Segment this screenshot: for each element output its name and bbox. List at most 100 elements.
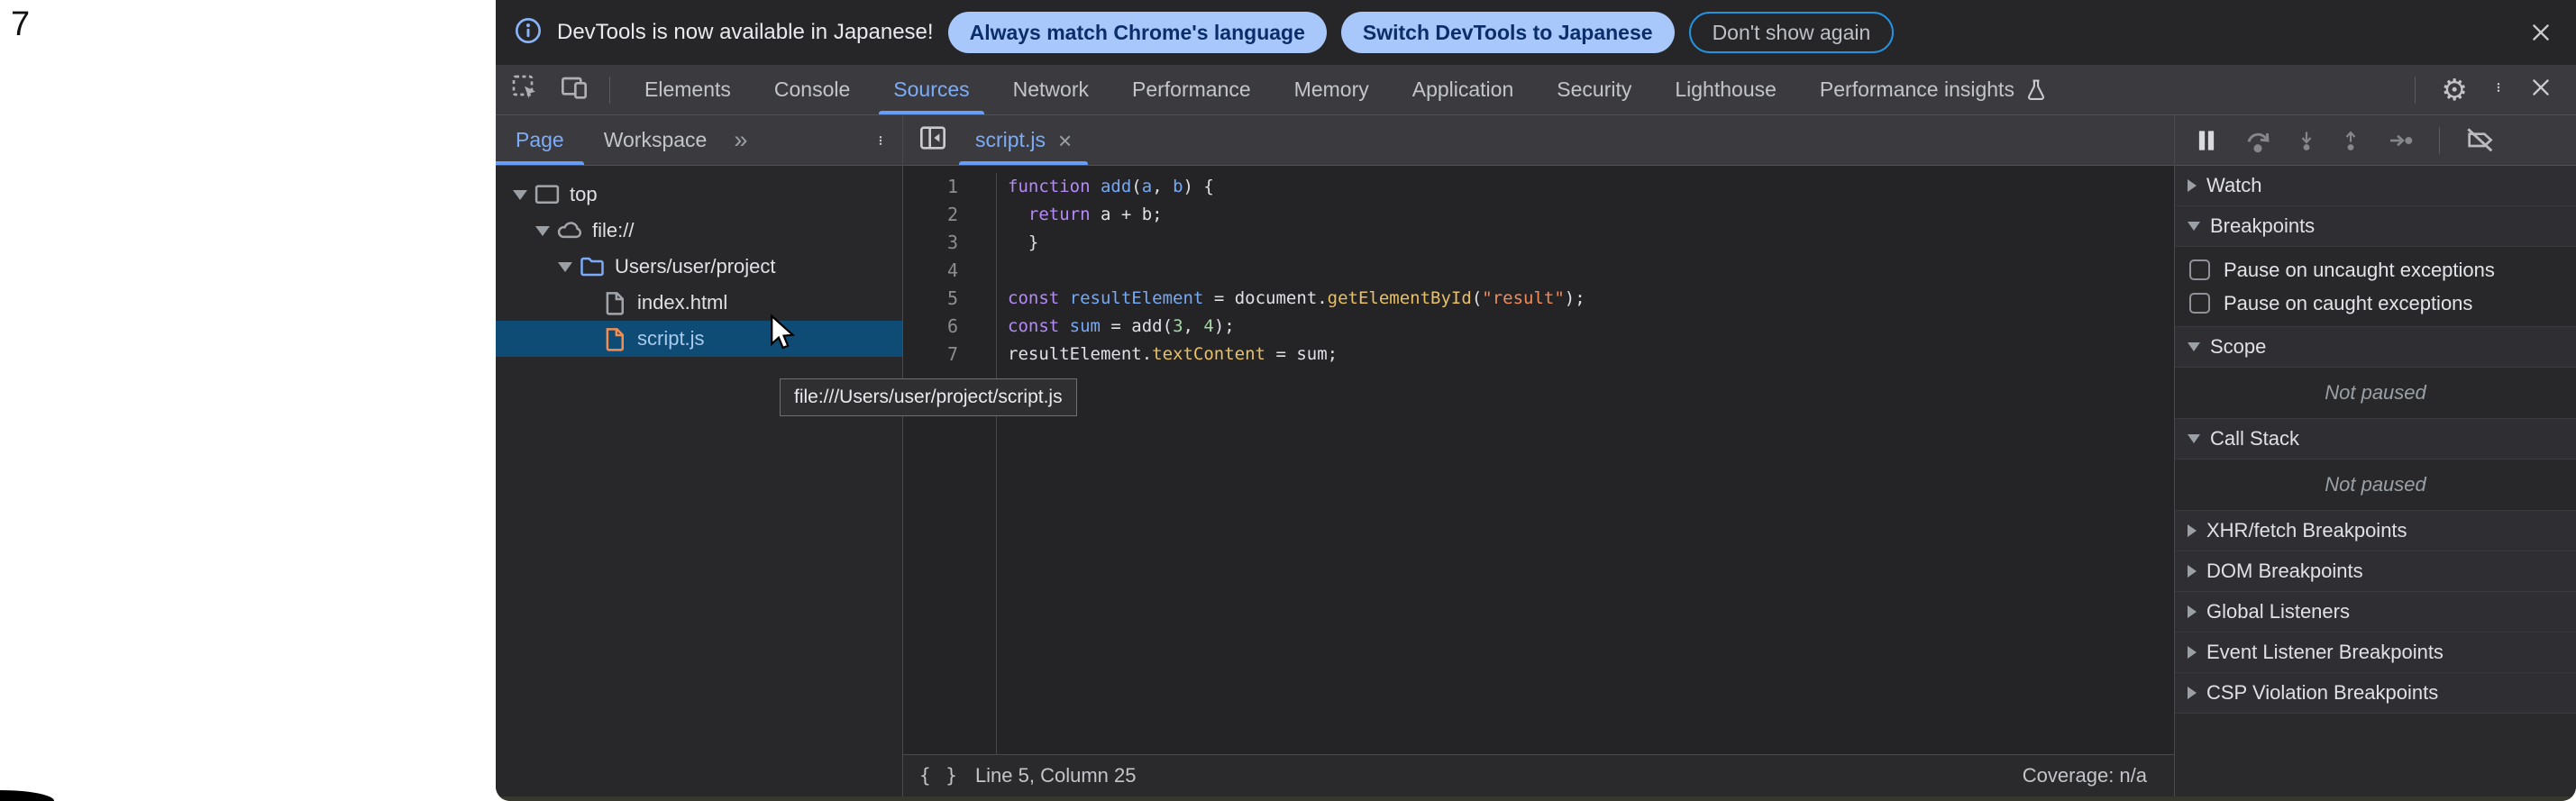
code-lines: function add(a, b) { return a + b; } con… (997, 173, 1585, 754)
line-number[interactable]: 4 (903, 257, 958, 285)
line-number[interactable]: 7 (903, 341, 958, 369)
step-out-icon[interactable] (2340, 126, 2361, 155)
expand-arrow-icon[interactable] (2188, 565, 2197, 578)
section-event-listener-breakpoints[interactable]: Event Listener Breakpoints (2175, 633, 2576, 673)
tree-item-label: index.html (637, 291, 727, 314)
not-paused-message: Not paused (2175, 460, 2576, 511)
collapse-arrow-icon[interactable] (2188, 434, 2200, 443)
close-icon[interactable] (2529, 76, 2553, 104)
tab-sources[interactable]: Sources (872, 65, 991, 114)
checkbox[interactable] (2189, 259, 2210, 280)
step-into-icon[interactable] (2296, 126, 2317, 155)
debugger-sidebar: Watch Breakpoints Pause on uncaught except… (2174, 115, 2576, 796)
expand-arrow-icon[interactable] (513, 190, 527, 200)
code-editor[interactable]: 1234567 function add(a, b) { return a + … (903, 166, 2174, 754)
tab-performance[interactable]: Performance (1110, 65, 1273, 114)
line-number[interactable]: 3 (903, 229, 958, 257)
deactivate-breakpoints-icon[interactable] (2462, 126, 2497, 155)
tree-item-script-js[interactable]: script.js (496, 321, 902, 357)
tab-elements[interactable]: Elements (623, 65, 753, 114)
expand-arrow-icon[interactable] (2188, 687, 2197, 699)
section-xhr-fetch-breakpoints[interactable]: XHR/fetch Breakpoints (2175, 511, 2576, 551)
line-number[interactable]: 5 (903, 285, 958, 313)
section-label: Scope (2210, 335, 2266, 359)
page-number-label: 7 (11, 5, 30, 44)
tree-item-top[interactable]: top (496, 177, 902, 213)
line-number[interactable]: 1 (903, 173, 958, 201)
toolbar-separator (2415, 77, 2416, 104)
expand-arrow-icon[interactable] (535, 226, 550, 236)
devtools-window: DevTools is now available in Japanese! A… (496, 0, 2576, 801)
collapse-arrow-icon[interactable] (2188, 222, 2200, 231)
breakpoints-options: Pause on uncaught exceptionsPause on cau… (2175, 247, 2576, 327)
section-call-stack[interactable]: Call Stack (2175, 419, 2576, 460)
kebab-menu-icon[interactable] (2493, 74, 2504, 105)
expand-arrow-icon[interactable] (558, 262, 572, 272)
line-number[interactable]: 2 (903, 201, 958, 229)
section-global-listeners[interactable]: Global Listeners (2175, 592, 2576, 633)
step-icon[interactable] (2384, 128, 2416, 153)
expand-arrow-icon[interactable] (2188, 605, 2197, 618)
navigator-tab-page[interactable]: Page (496, 115, 584, 165)
tab-console[interactable]: Console (753, 65, 872, 114)
checkbox-label: Pause on caught exceptions (2224, 292, 2472, 315)
section-label: DOM Breakpoints (2206, 560, 2363, 583)
tab-performance-insights[interactable]: Performance insights (1798, 65, 2070, 114)
don-t-show-again-button[interactable]: Don't show again (1689, 12, 1895, 53)
banner-message: DevTools is now available in Japanese! (557, 20, 934, 45)
section-csp-violation-breakpoints[interactable]: CSP Violation Breakpoints (2175, 673, 2576, 714)
section-watch[interactable]: Watch (2175, 166, 2576, 206)
panel-tabs: ElementsConsoleSourcesNetworkPerformance… (623, 65, 2070, 114)
navigator-tab-workspace[interactable]: Workspace (584, 115, 727, 165)
collapse-arrow-icon[interactable] (2188, 342, 2200, 351)
navigator-kebab-menu-icon[interactable] (875, 127, 902, 154)
code-line: function add(a, b) { (1008, 173, 1585, 201)
tree-item-label: script.js (637, 327, 705, 350)
toolbar-separator (2439, 127, 2440, 154)
navigator-tabs: PageWorkspace » (496, 115, 902, 166)
line-number[interactable]: 6 (903, 313, 958, 341)
tab-network[interactable]: Network (991, 65, 1110, 114)
cloud-icon (556, 217, 583, 244)
switch-devtools-to-japanese-button[interactable]: Switch DevTools to Japanese (1341, 12, 1675, 53)
device-toolbar-icon[interactable] (559, 73, 589, 106)
step-over-icon[interactable] (2243, 126, 2273, 155)
section-label: Breakpoints (2210, 214, 2315, 238)
tree-item-label: file:// (592, 219, 634, 242)
expand-arrow-icon[interactable] (2188, 179, 2197, 192)
checkbox[interactable] (2189, 293, 2210, 314)
window-bottom-edge (496, 796, 2576, 801)
code-line: resultElement.textContent = sum; (1008, 341, 1585, 369)
tab-lighthouse[interactable]: Lighthouse (1653, 65, 1798, 114)
tab-application[interactable]: Application (1391, 65, 1536, 114)
pause-on-caught-exceptions-row: Pause on caught exceptions (2175, 287, 2576, 320)
banner-close-button[interactable] (2529, 21, 2553, 44)
file-tree: top file:// Users/user/project index.html sc… (496, 166, 902, 796)
more-tabs-chevron-icon[interactable]: » (726, 126, 754, 154)
section-label: Global Listeners (2206, 600, 2350, 624)
pause-icon[interactable] (2193, 127, 2220, 154)
hide-navigator-icon[interactable] (918, 123, 948, 157)
tree-item-users-user-project[interactable]: Users/user/project (496, 249, 902, 285)
section-label: CSP Violation Breakpoints (2206, 681, 2438, 705)
inspect-icon[interactable] (510, 73, 539, 106)
settings-gear-icon[interactable]: ⚙ (2441, 75, 2468, 105)
info-icon (514, 16, 543, 50)
expand-arrow-icon[interactable] (2188, 524, 2197, 537)
file-icon (601, 289, 628, 316)
tree-item-file-[interactable]: file:// (496, 213, 902, 249)
always-match-chrome-s-language-button[interactable]: Always match Chrome's language (948, 12, 1327, 53)
section-breakpoints[interactable]: Breakpoints (2175, 206, 2576, 247)
pretty-print-icon[interactable]: { } (919, 765, 959, 787)
section-scope[interactable]: Scope (2175, 327, 2576, 368)
file-path-tooltip: file:///Users/user/project/script.js (780, 378, 1077, 416)
corner-black-shape (0, 790, 54, 801)
tab-memory[interactable]: Memory (1273, 65, 1391, 114)
tab-close-icon[interactable]: × (1058, 129, 1072, 152)
section-dom-breakpoints[interactable]: DOM Breakpoints (2175, 551, 2576, 592)
editor-tab-script-js[interactable]: script.js × (959, 115, 1088, 165)
tab-security[interactable]: Security (1535, 65, 1653, 114)
expand-arrow-icon[interactable] (2188, 646, 2197, 659)
tree-item-index-html[interactable]: index.html (496, 285, 902, 321)
editor-tab-strip: script.js × (903, 115, 2174, 166)
